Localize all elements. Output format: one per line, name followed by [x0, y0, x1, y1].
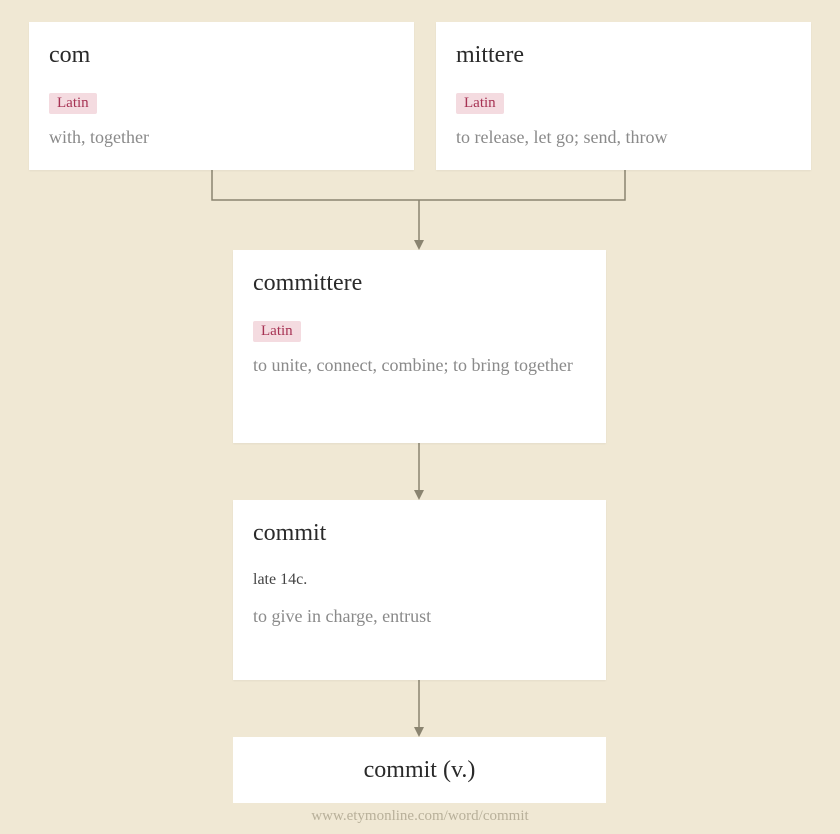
definition-committere: to unite, connect, combine; to bring tog… — [253, 352, 586, 379]
language-tag-committere: Latin — [253, 321, 301, 342]
word-commit: commit — [253, 520, 586, 547]
node-final: commit (v.) — [233, 737, 606, 803]
word-committere: committere — [253, 270, 586, 297]
definition-com: with, together — [49, 124, 394, 151]
date-commit: late 14c. — [253, 571, 586, 589]
node-mittere: mittere Latin to release, let go; send, … — [436, 22, 811, 170]
language-tag-mittere: Latin — [456, 93, 504, 114]
node-com: com Latin with, together — [29, 22, 414, 170]
attribution-text: www.etymonline.com/word/commit — [0, 808, 840, 825]
definition-commit: to give in charge, entrust — [253, 603, 586, 630]
node-committere: committere Latin to unite, connect, comb… — [233, 250, 606, 443]
language-tag-com: Latin — [49, 93, 97, 114]
word-com: com — [49, 42, 394, 69]
word-final: commit (v.) — [253, 757, 586, 784]
definition-mittere: to release, let go; send, throw — [456, 124, 791, 151]
node-commit: commit late 14c. to give in charge, entr… — [233, 500, 606, 680]
word-mittere: mittere — [456, 42, 791, 69]
